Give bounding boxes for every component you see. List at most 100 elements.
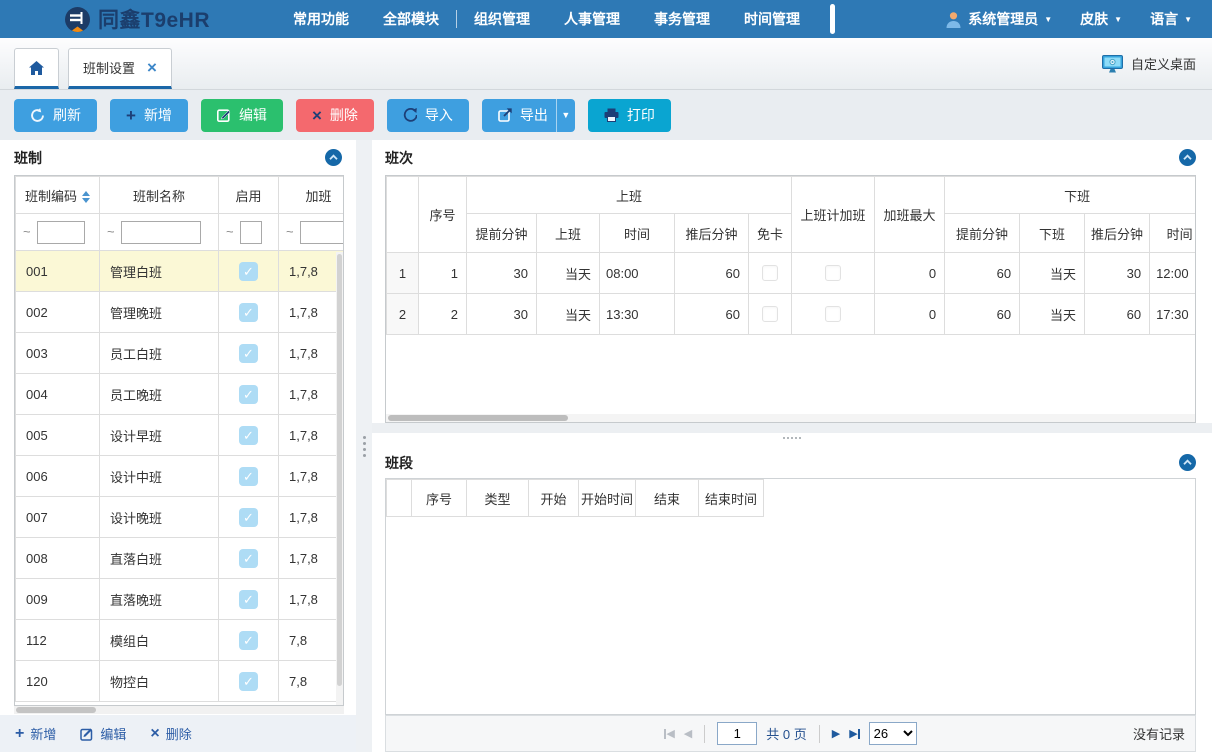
column-header-end-time[interactable]: 结束时间 — [699, 480, 764, 517]
tab-home[interactable] — [14, 48, 59, 89]
column-header-time[interactable]: 时间 — [600, 214, 675, 253]
column-header-end[interactable]: 结束 — [636, 480, 699, 517]
column-header-minutes-before[interactable]: 提前分钟 — [945, 214, 1020, 253]
column-header-minutes-after[interactable]: 推后分钟 — [675, 214, 749, 253]
shift-system-row[interactable]: 004员工晚班✓1,7,8 — [16, 374, 345, 415]
horizontal-splitter[interactable] — [372, 423, 1212, 445]
checkbox-checked[interactable]: ✓ — [239, 508, 258, 527]
column-header-seq[interactable]: 序号 — [419, 177, 467, 253]
name-filter-input[interactable] — [121, 221, 201, 244]
checkbox-unchecked[interactable] — [762, 306, 778, 322]
delete-button[interactable]: × 删除 — [296, 99, 374, 132]
shift-system-row[interactable]: 006设计中班✓1,7,8 — [16, 456, 345, 497]
close-icon[interactable]: × — [147, 59, 157, 76]
footer-add-link[interactable]: + 新增 — [15, 724, 56, 743]
shift-system-row[interactable]: 112模组白✓7,8 — [16, 620, 345, 661]
x-icon: × — [150, 726, 159, 742]
cell-overtime: 1,7,8 — [279, 292, 345, 333]
column-header-time[interactable]: 时间 — [1150, 214, 1196, 253]
scrollbar-thumb[interactable] — [388, 415, 568, 421]
horizontal-scrollbar[interactable] — [386, 414, 1195, 422]
column-header-enabled[interactable]: 启用 — [219, 177, 279, 214]
skin-menu[interactable]: 皮肤 ▼ — [1080, 9, 1122, 29]
checkbox-checked[interactable]: ✓ — [239, 426, 258, 445]
shift-system-row[interactable]: 001管理白班✓1,7,8 — [16, 251, 345, 292]
vertical-splitter[interactable] — [356, 140, 372, 752]
column-header-start[interactable]: 开始 — [529, 480, 579, 517]
column-header-start-time[interactable]: 开始时间 — [579, 480, 636, 517]
collapse-icon[interactable] — [325, 149, 342, 166]
horizontal-scrollbar[interactable] — [14, 706, 344, 714]
column-header-no-card[interactable]: 免卡 — [749, 214, 792, 253]
nav-item-personnel[interactable]: 人事管理 — [547, 9, 637, 29]
shift-row[interactable]: 1130当天08:0060060当天3012:00 — [387, 253, 1197, 294]
checkbox-checked[interactable]: ✓ — [239, 467, 258, 486]
checkbox-checked[interactable]: ✓ — [239, 549, 258, 568]
import-button[interactable]: 导入 — [387, 99, 469, 132]
checkbox-checked[interactable]: ✓ — [239, 344, 258, 363]
column-header-overtime[interactable]: 加班 — [279, 177, 345, 214]
nav-scrollbar[interactable] — [830, 4, 835, 34]
edit-button[interactable]: 编辑 — [201, 99, 283, 132]
column-header-code[interactable]: 班制编码 — [16, 177, 100, 214]
checkbox-checked[interactable]: ✓ — [239, 385, 258, 404]
scrollbar-thumb[interactable] — [337, 254, 342, 686]
add-button[interactable]: + 新增 — [110, 99, 188, 132]
scrollbar-thumb[interactable] — [16, 707, 96, 713]
nav-item-all-modules[interactable]: 全部模块 — [366, 9, 456, 29]
shift-system-row[interactable]: 007设计晚班✓1,7,8 — [16, 497, 345, 538]
shift-system-row[interactable]: 120物控白✓7,8 — [16, 661, 345, 702]
column-header-minutes-after[interactable]: 推后分钟 — [1085, 214, 1150, 253]
first-page-button[interactable]: ◀ — [664, 727, 674, 740]
checkbox-checked[interactable]: ✓ — [239, 303, 258, 322]
shift-row[interactable]: 2230当天13:3060060当天6017:30 — [387, 294, 1197, 335]
vertical-scrollbar[interactable] — [336, 252, 343, 705]
page-size-select[interactable]: 26 — [869, 722, 917, 745]
shift-system-row[interactable]: 009直落晚班✓1,7,8 — [16, 579, 345, 620]
collapse-icon[interactable] — [1179, 454, 1196, 471]
next-page-button[interactable]: ▶ — [832, 727, 840, 740]
print-button[interactable]: 打印 — [588, 99, 671, 132]
code-filter-input[interactable] — [37, 221, 85, 244]
shift-system-row[interactable]: 003员工白班✓1,7,8 — [16, 333, 345, 374]
footer-delete-link[interactable]: × 删除 — [150, 724, 191, 743]
shift-system-row[interactable]: 005设计早班✓1,7,8 — [16, 415, 345, 456]
column-header-seq[interactable]: 序号 — [412, 480, 467, 517]
language-menu[interactable]: 语言 ▼ — [1150, 9, 1192, 29]
column-header-overtime-max[interactable]: 加班最大 — [875, 177, 945, 253]
refresh-button[interactable]: 刷新 — [14, 99, 97, 132]
checkbox-checked[interactable]: ✓ — [239, 672, 258, 691]
app-logo: 同鑫T9eHR — [64, 4, 210, 34]
column-header-type[interactable]: 类型 — [467, 480, 529, 517]
customize-desktop-button[interactable]: 自定义桌面 — [1102, 54, 1196, 73]
export-dropdown-arrow[interactable]: ▼ — [556, 99, 575, 132]
checkbox-unchecked[interactable] — [762, 265, 778, 281]
nav-item-time[interactable]: 时间管理 — [727, 9, 817, 29]
column-header-minutes-before[interactable]: 提前分钟 — [467, 214, 537, 253]
user-menu[interactable]: 系统管理员 ▼ — [945, 9, 1052, 29]
checkbox-checked[interactable]: ✓ — [239, 631, 258, 650]
column-header-on-duty-overtime[interactable]: 上班计加班 — [792, 177, 875, 253]
shift-system-row[interactable]: 002管理晚班✓1,7,8 — [16, 292, 345, 333]
collapse-icon[interactable] — [1179, 149, 1196, 166]
enabled-filter-input[interactable] — [240, 221, 262, 244]
nav-item-common-functions[interactable]: 常用功能 — [276, 9, 366, 29]
previous-page-button[interactable]: ◀ — [684, 727, 692, 740]
column-header-on-duty[interactable]: 上班 — [537, 214, 600, 253]
column-header-off-duty[interactable]: 下班 — [1020, 214, 1085, 253]
export-button[interactable]: 导出 ▼ — [482, 99, 575, 132]
checkbox-unchecked[interactable] — [825, 265, 841, 281]
overtime-filter-input[interactable] — [300, 221, 344, 244]
checkbox-unchecked[interactable] — [825, 306, 841, 322]
column-header-name[interactable]: 班制名称 — [100, 177, 219, 214]
footer-edit-link[interactable]: 编辑 — [80, 724, 126, 743]
tab-shift-settings[interactable]: 班制设置 × — [68, 48, 172, 89]
sort-icon[interactable] — [82, 191, 90, 203]
last-page-button[interactable]: ▶ — [849, 727, 859, 740]
page-number-input[interactable] — [717, 722, 757, 745]
checkbox-checked[interactable]: ✓ — [239, 590, 258, 609]
nav-item-organization[interactable]: 组织管理 — [457, 9, 547, 29]
checkbox-checked[interactable]: ✓ — [239, 262, 258, 281]
nav-item-affairs[interactable]: 事务管理 — [637, 9, 727, 29]
shift-system-row[interactable]: 008直落白班✓1,7,8 — [16, 538, 345, 579]
